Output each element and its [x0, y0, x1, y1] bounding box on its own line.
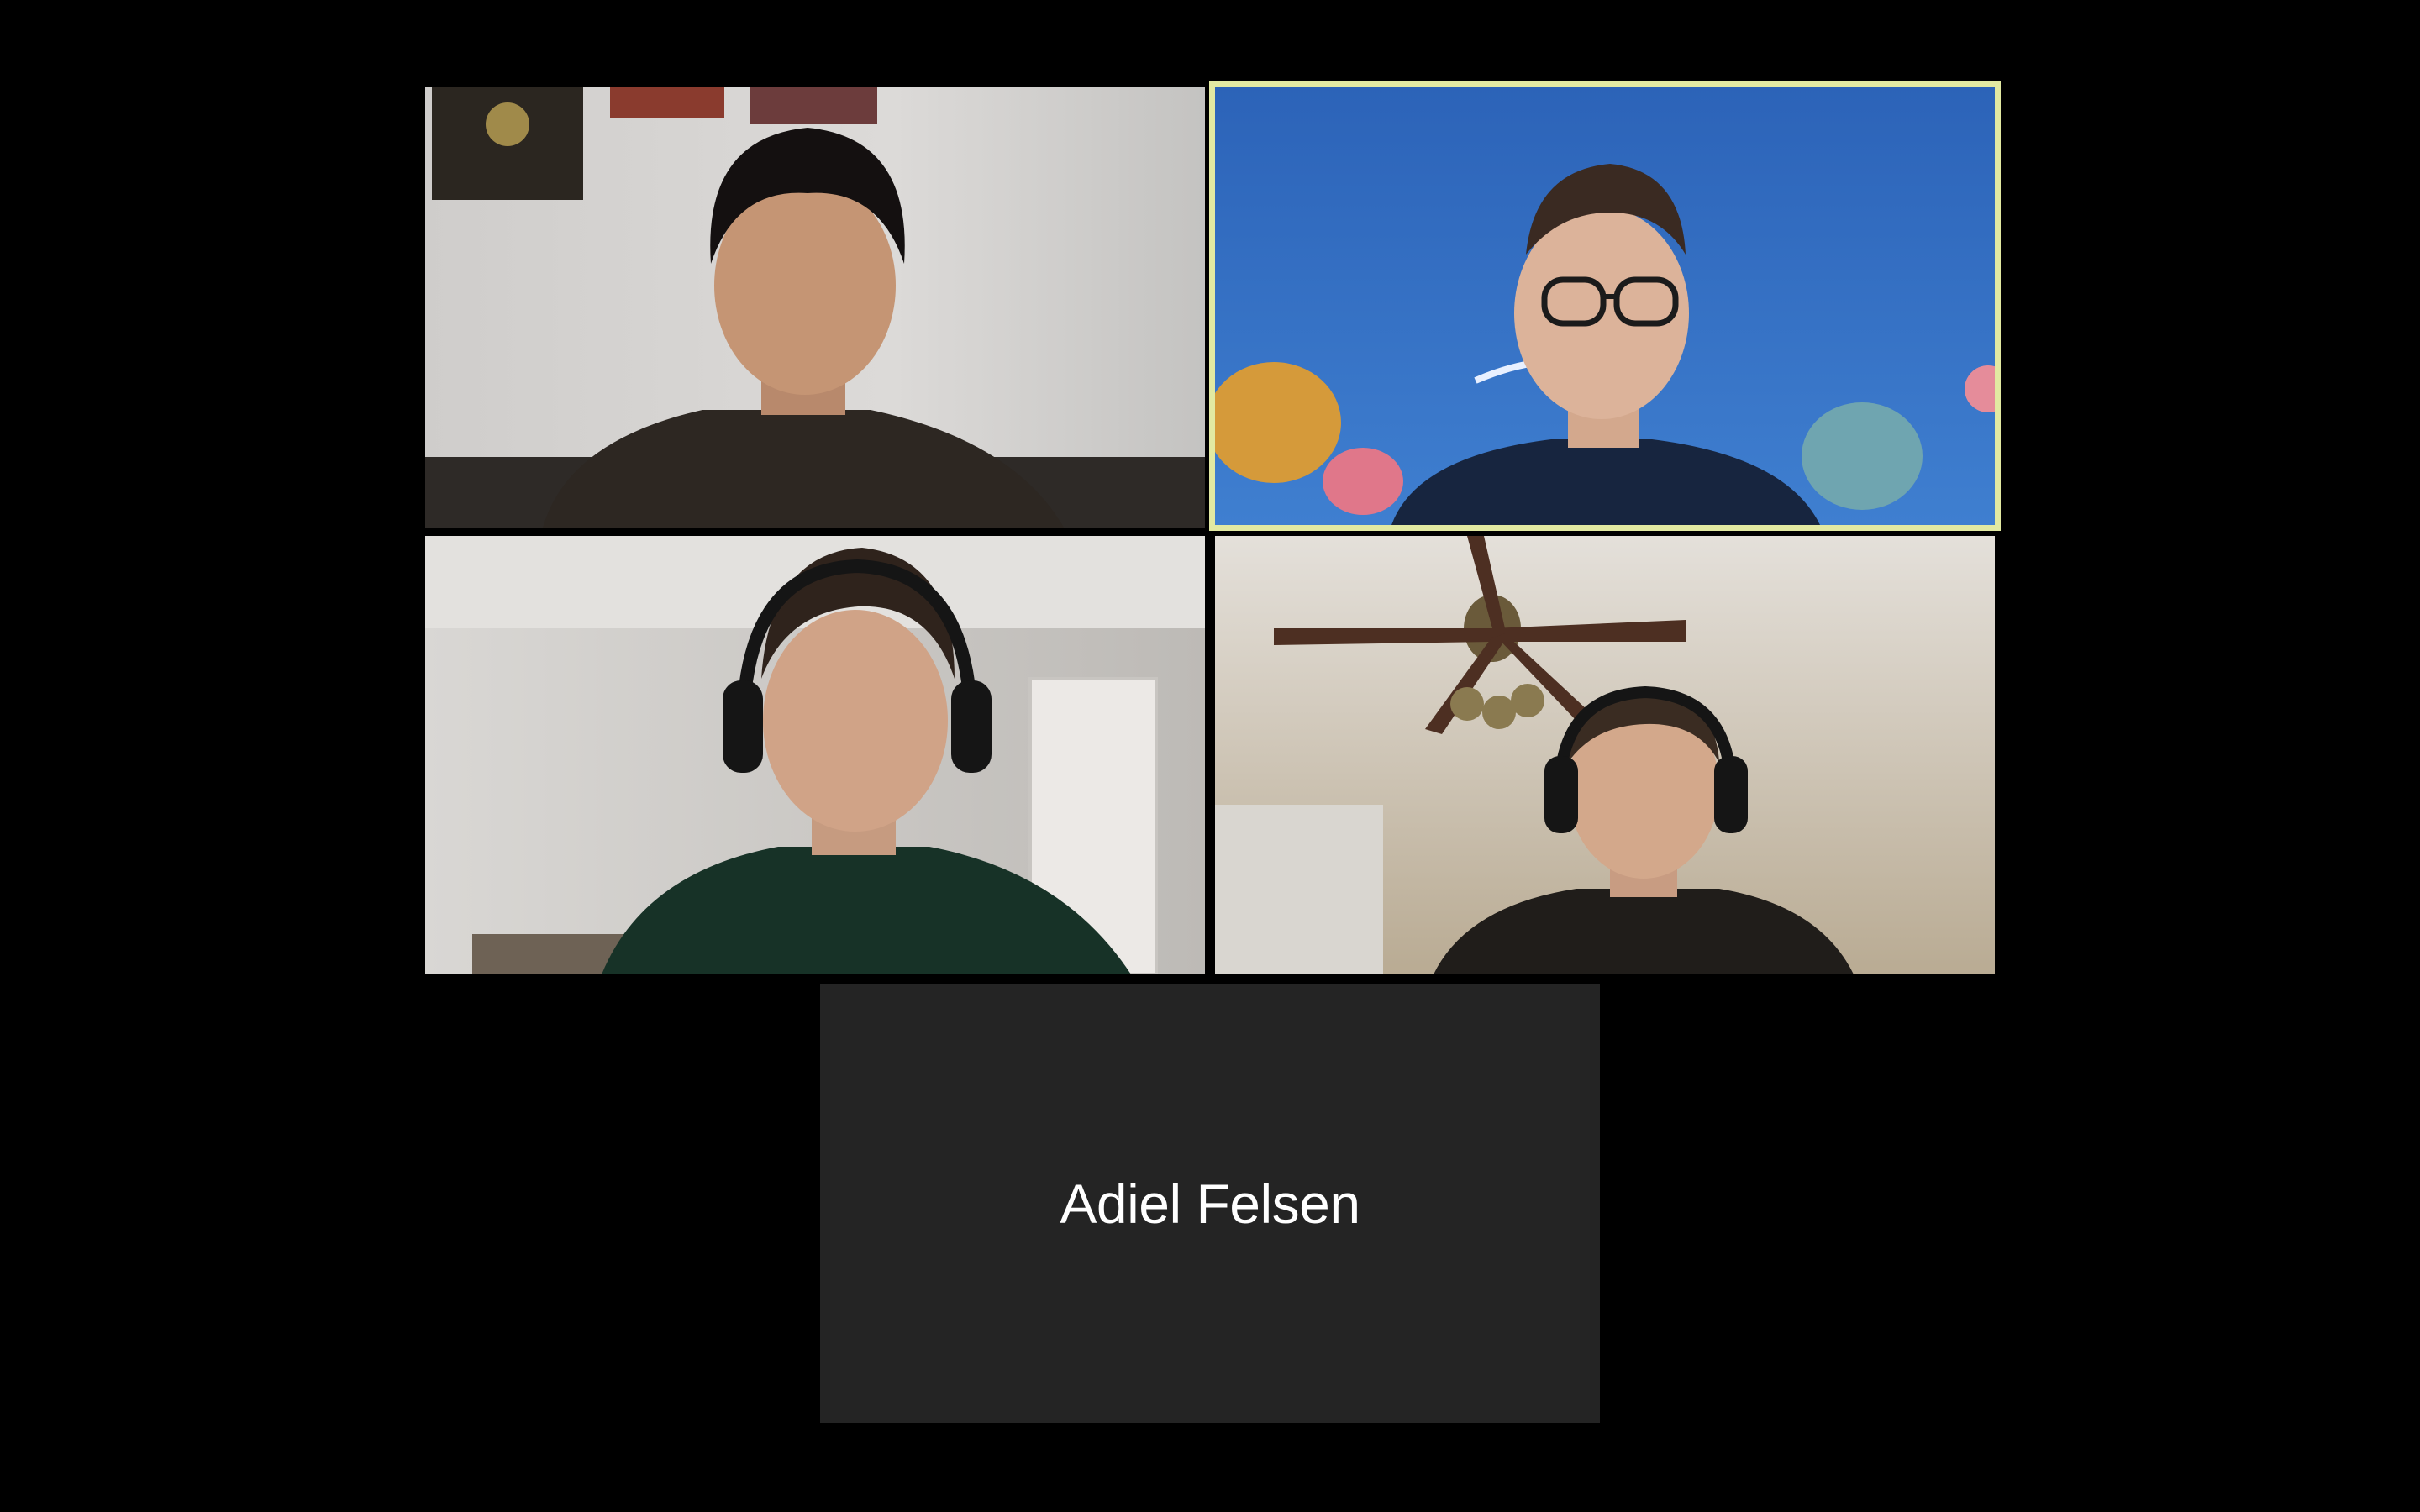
participant-video-feed — [425, 87, 1205, 528]
participant-video-feed — [1215, 536, 1995, 974]
video-gallery: Adiel Felsen — [0, 0, 2420, 1512]
participant-video-tile-4[interactable] — [1215, 536, 1995, 974]
participant-video-tile-2-active-speaker[interactable] — [1209, 81, 2001, 531]
participant-video-tile-3[interactable] — [425, 536, 1205, 974]
participant-video-tile-1[interactable] — [425, 87, 1205, 528]
participant-video-feed — [1215, 87, 1995, 525]
participant-video-off-tile-5[interactable]: Adiel Felsen — [820, 984, 1600, 1423]
participant-video-feed — [425, 536, 1205, 974]
participant-name: Adiel Felsen — [1060, 1173, 1360, 1235]
